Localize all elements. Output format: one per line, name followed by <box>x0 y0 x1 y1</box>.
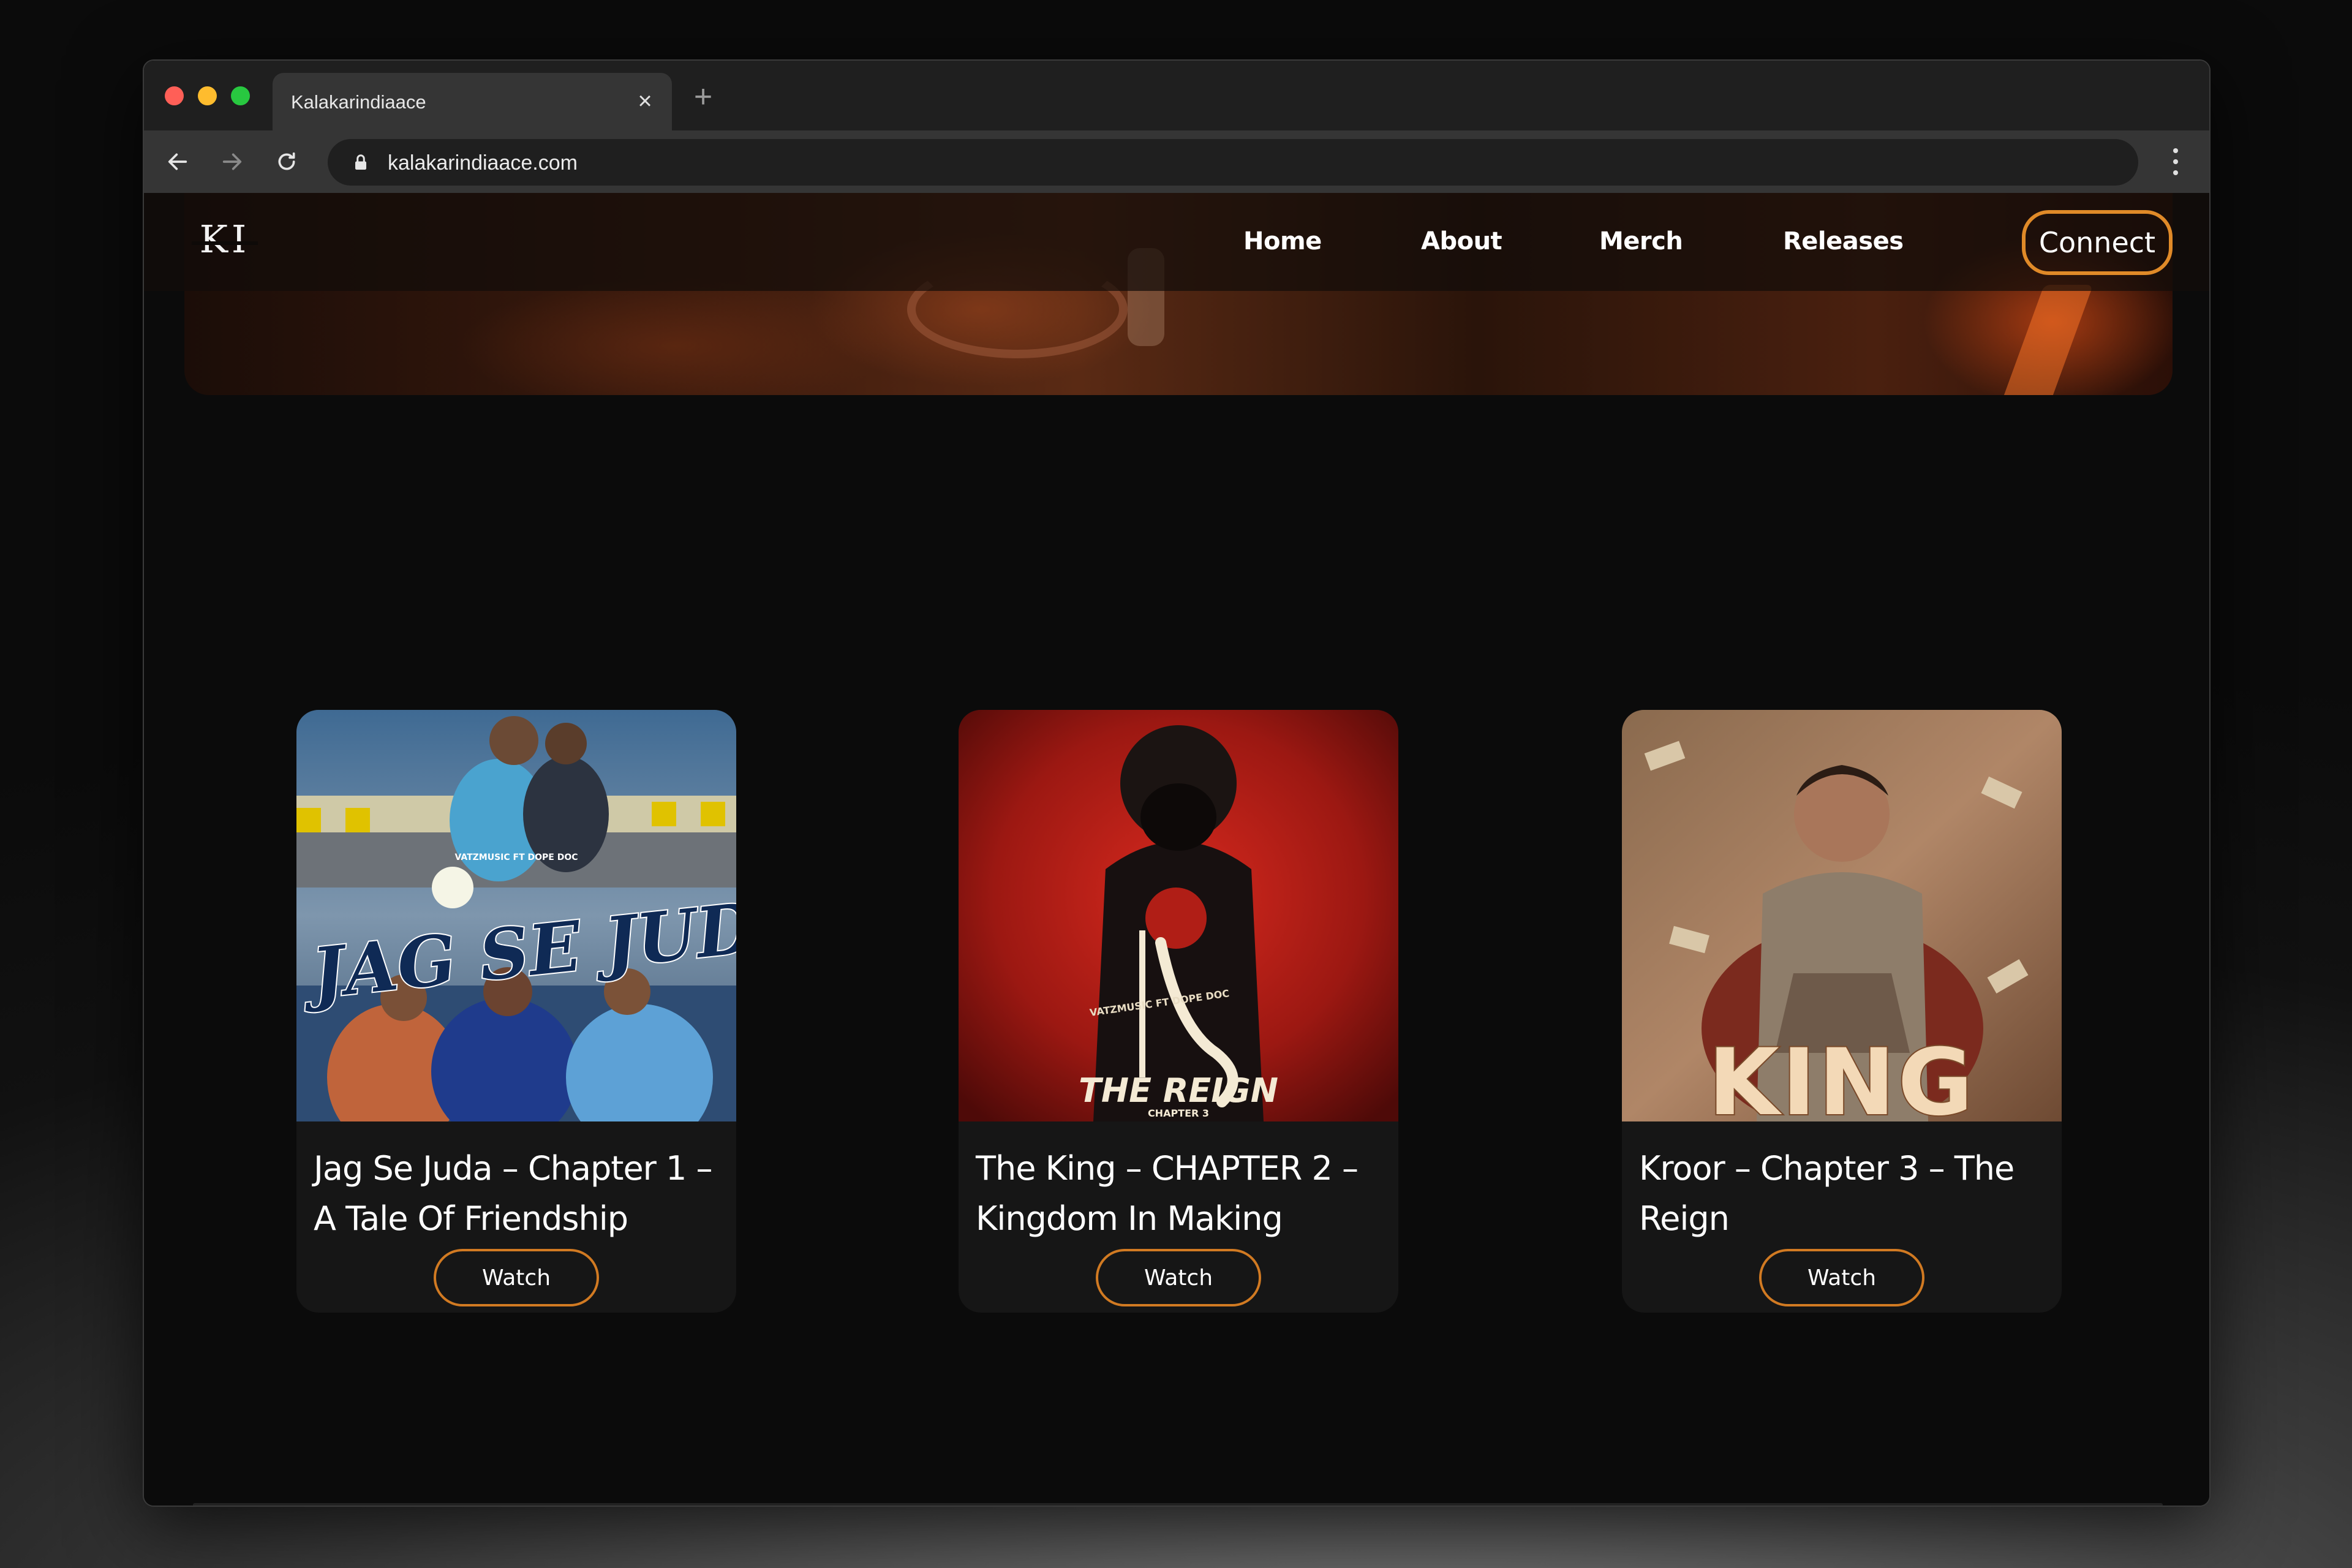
release-poster[interactable]: VATZMUSIC FT DOPE DOC JAG SE JUDA <box>296 710 736 1121</box>
svg-text:THE REIGN: THE REIGN <box>1079 1071 1278 1110</box>
nav-about-link[interactable]: About <box>1421 227 1502 255</box>
release-title: Jag Se Juda – Chapter 1 – A Tale Of Frie… <box>314 1149 713 1238</box>
browser-menu-icon[interactable] <box>2166 145 2185 178</box>
forward-arrow-icon[interactable] <box>216 145 249 178</box>
watch-button[interactable]: Watch <box>1096 1249 1261 1306</box>
nav-merch-link[interactable]: Merch <box>1599 227 1683 255</box>
url-text: kalakarindiaace.com <box>388 151 578 175</box>
close-window-button[interactable] <box>165 86 184 105</box>
nav-home-link[interactable]: Home <box>1243 227 1322 255</box>
release-poster[interactable]: KING <box>1622 710 2062 1121</box>
connect-button[interactable]: Connect <box>2022 210 2173 275</box>
svg-text:KI: KI <box>200 217 251 262</box>
watch-button[interactable]: Watch <box>434 1249 599 1306</box>
tab-bar: Kalakarindiaace × + <box>144 61 2209 130</box>
release-poster[interactable]: VATZMUSIC FT DOPE DOC THE REIGN CHAPTER … <box>959 710 1398 1121</box>
release-card: VATZMUSIC FT DOPE DOC JAG SE JUDA Jag Se… <box>296 710 736 1313</box>
svg-text:CHAPTER 3: CHAPTER 3 <box>1148 1107 1209 1119</box>
watch-button[interactable]: Watch <box>1759 1249 1924 1306</box>
site-navbar: KI Home About Merch Releases Connect <box>144 193 2209 291</box>
release-title: The King – CHAPTER 2 – Kingdom In Making <box>976 1149 1359 1238</box>
svg-text:KING: KING <box>1708 1030 1976 1121</box>
reload-icon[interactable] <box>270 145 303 178</box>
svg-text:VATZMUSIC FT DOPE DOC: VATZMUSIC FT DOPE DOC <box>454 853 578 862</box>
release-card: VATZMUSIC FT DOPE DOC THE REIGN CHAPTER … <box>959 710 1398 1313</box>
browser-tab[interactable]: Kalakarindiaace × <box>273 73 672 130</box>
tab-title: Kalakarindiaace <box>291 91 426 113</box>
release-card: KING Kroor – Chapter 3 – The Reign Watch <box>1622 710 2062 1313</box>
maximize-window-button[interactable] <box>231 86 250 105</box>
page-viewport: KI Home About Merch Releases Connect VAT… <box>144 193 2209 1506</box>
page-bottom-edge <box>193 1503 2163 1506</box>
address-bar[interactable]: kalakarindiaace.com <box>328 139 2138 186</box>
browser-toolbar: kalakarindiaace.com <box>144 130 2209 193</box>
close-tab-icon[interactable]: × <box>633 89 657 113</box>
release-title: Kroor – Chapter 3 – The Reign <box>1639 1149 2015 1238</box>
browser-window: Kalakarindiaace × + kalakarindiaace.com <box>143 59 2211 1507</box>
nav-releases-link[interactable]: Releases <box>1783 227 1904 255</box>
lock-icon <box>350 151 372 173</box>
site-logo[interactable]: KI <box>188 211 262 273</box>
back-arrow-icon[interactable] <box>161 145 194 178</box>
new-tab-icon[interactable]: + <box>688 81 718 113</box>
minimize-window-button[interactable] <box>198 86 217 105</box>
